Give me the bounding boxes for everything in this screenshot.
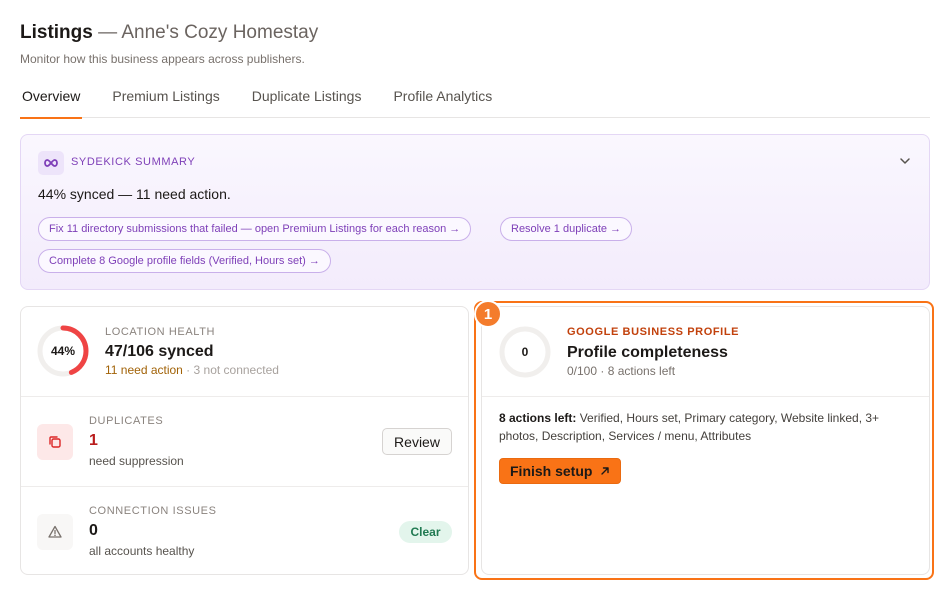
- page-header: Listings — Anne's Cozy Homestay Monitor …: [20, 22, 318, 66]
- duplicates-caption: need suppression: [89, 454, 184, 468]
- page-subtitle: Monitor how this business appears across…: [20, 52, 305, 66]
- duplicates-label: DUPLICATES: [89, 415, 164, 427]
- connection-issues-label: CONNECTION ISSUES: [89, 505, 217, 517]
- page-title: Listings — Anne's Cozy Homestay: [20, 22, 318, 44]
- tab-bar: Overview Premium Listings Duplicate List…: [20, 88, 930, 119]
- connection-issues-count: 0: [89, 522, 98, 539]
- summary-text: 44% synced — 11 need action.: [38, 186, 231, 202]
- connection-issues-caption: all accounts healthy: [89, 544, 195, 558]
- page-title-separator: —: [92, 22, 122, 43]
- location-health-section: 44% LOCATION HEALTH 47/106 synced 11 nee…: [21, 307, 468, 396]
- status-separator: ·: [182, 363, 194, 377]
- business-name: Anne's Cozy Homestay: [121, 22, 319, 43]
- tab-overview[interactable]: Overview: [20, 88, 83, 119]
- duplicates-count: 1: [89, 432, 98, 449]
- highlight-frame: [474, 301, 934, 580]
- review-button[interactable]: Review: [382, 428, 452, 455]
- sydekick-summary-panel: SYDEKICK SUMMARY 44% synced — 11 need ac…: [20, 134, 930, 290]
- infinity-icon: [38, 151, 64, 175]
- location-health-synced: 47/106 synced: [105, 343, 214, 360]
- chip-complete-google-fields[interactable]: Complete 8 Google profile fields (Verifi…: [38, 249, 331, 273]
- chevron-down-icon[interactable]: [897, 153, 913, 169]
- chip-resolve-duplicate[interactable]: Resolve 1 duplicate →: [500, 217, 633, 241]
- step-marker: 1: [474, 300, 502, 328]
- copy-icon: [37, 424, 73, 460]
- location-overview-card: 44% LOCATION HEALTH 47/106 synced 11 nee…: [20, 306, 469, 575]
- tab-premium-listings[interactable]: Premium Listings: [110, 88, 221, 118]
- summary-label: SYDEKICK SUMMARY: [71, 156, 196, 168]
- tab-duplicate-listings[interactable]: Duplicate Listings: [250, 88, 364, 118]
- warning-icon: [37, 514, 73, 550]
- location-health-percent: 44%: [50, 344, 76, 358]
- chip-fix-directory-submissions[interactable]: Fix 11 directory submissions that failed…: [38, 217, 472, 241]
- need-action-text: 11 need action: [105, 363, 183, 377]
- tab-profile-analytics[interactable]: Profile Analytics: [391, 88, 494, 118]
- location-health-label: LOCATION HEALTH: [105, 326, 216, 338]
- page-title-main: Listings: [20, 22, 93, 43]
- not-connected-text: 3 not connected: [193, 363, 279, 377]
- location-health-status: 11 need action · 3 not connected: [105, 363, 279, 377]
- status-badge: Clear: [399, 521, 452, 543]
